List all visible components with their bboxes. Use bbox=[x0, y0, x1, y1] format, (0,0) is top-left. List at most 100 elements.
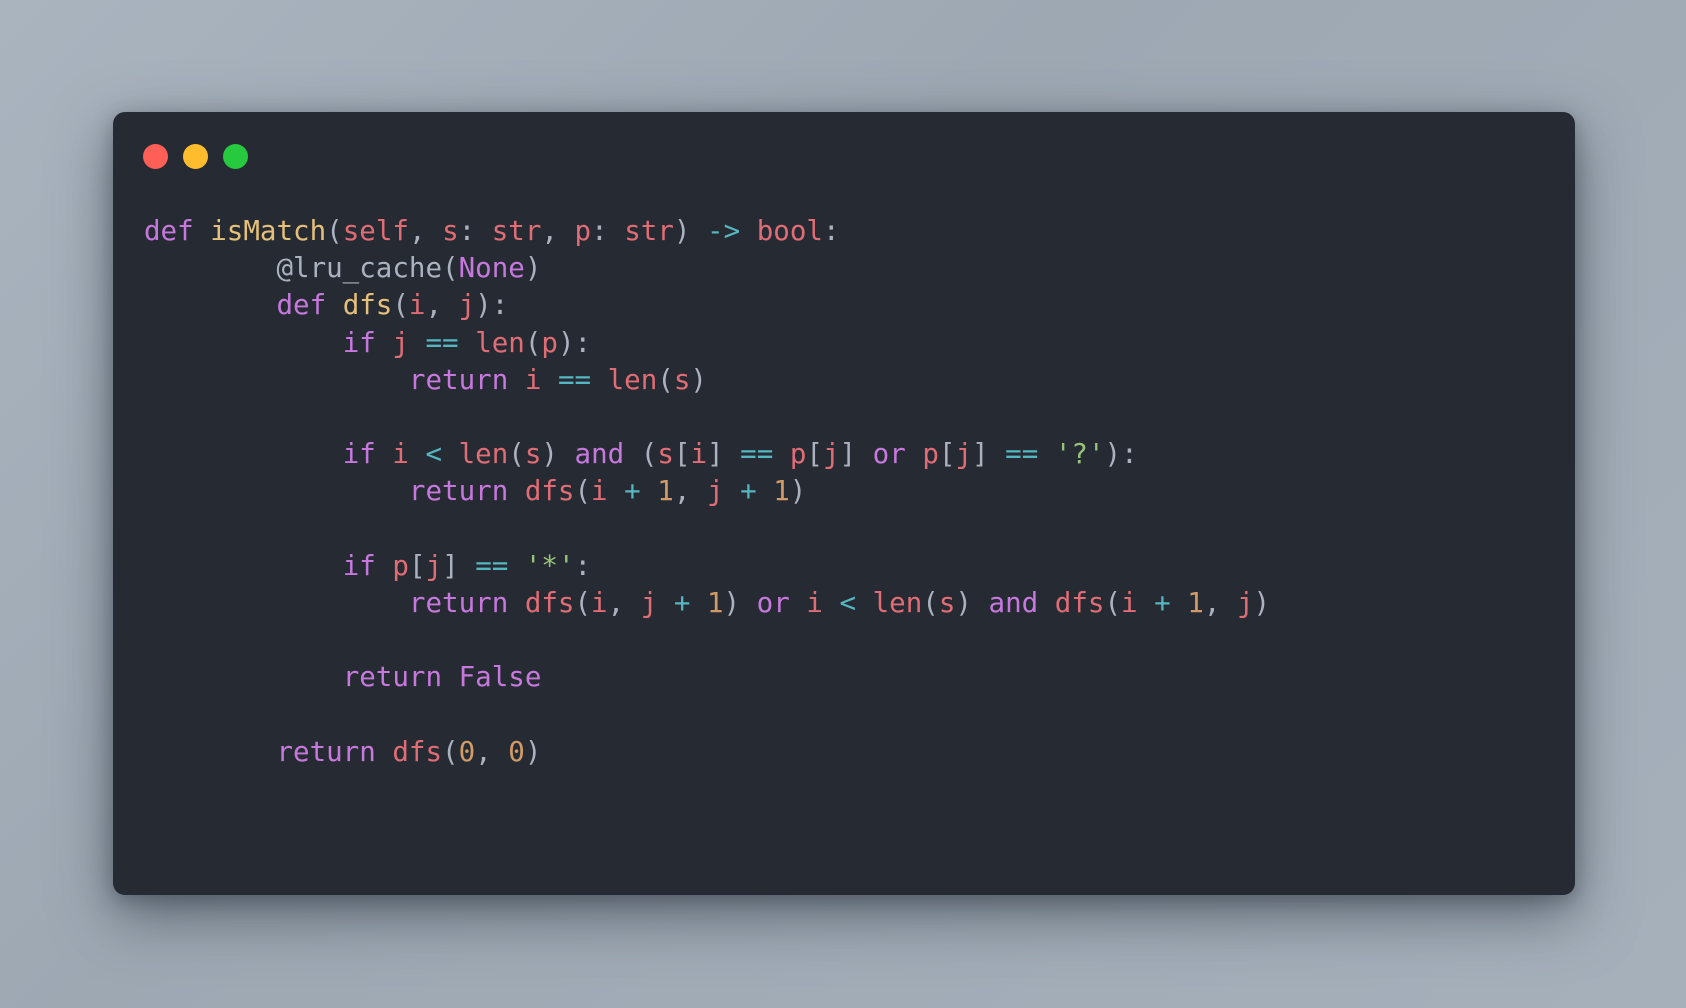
code-token-pu: : bbox=[458, 215, 492, 247]
code-token-pu: ): bbox=[475, 289, 509, 322]
minimize-button[interactable] bbox=[183, 144, 208, 169]
close-button[interactable] bbox=[143, 144, 168, 169]
code-token-var: p bbox=[789, 438, 807, 471]
code-token-fc: len bbox=[872, 586, 923, 619]
code-token-num: 0 bbox=[458, 735, 476, 768]
code-token-var: j bbox=[955, 438, 973, 471]
code-token-pu bbox=[144, 587, 409, 619]
code-token-pu bbox=[376, 327, 393, 359]
code-token-pu bbox=[376, 438, 393, 470]
code-token-pu: , bbox=[607, 586, 641, 619]
code-token-var: j bbox=[640, 586, 658, 619]
code-token-var: j bbox=[425, 549, 443, 582]
code-line: @lru_cache(None) bbox=[144, 250, 1270, 287]
code-token-pu bbox=[690, 587, 707, 619]
code-token-pu bbox=[459, 327, 476, 359]
maximize-button[interactable] bbox=[223, 144, 248, 169]
code-token-var: p bbox=[541, 326, 558, 359]
code-token-pu bbox=[906, 438, 923, 470]
code-token-pu: , bbox=[408, 215, 443, 247]
code-token-pu bbox=[657, 587, 674, 619]
code-token-op: == bbox=[1005, 438, 1039, 471]
code-token-pu: ): bbox=[557, 326, 592, 359]
code-token-op: + bbox=[673, 586, 691, 619]
code-token-var: s bbox=[442, 215, 459, 247]
code-line: if i < len(s) and (s[i] == p[j] or p[j] … bbox=[144, 436, 1270, 473]
code-token-kw: return bbox=[408, 586, 509, 619]
code-token-var: i bbox=[591, 475, 608, 508]
code-token-pu: ) bbox=[789, 475, 807, 508]
code-token-kw: if bbox=[342, 438, 376, 471]
code-token-pu bbox=[194, 215, 211, 247]
code-token-pu: ) bbox=[955, 586, 989, 619]
code-token-kw: return bbox=[276, 735, 376, 768]
code-token-ty: str bbox=[624, 215, 674, 247]
code-token-var: self bbox=[342, 215, 409, 247]
code-token-pu: , bbox=[673, 475, 707, 508]
code-token-pu: ) bbox=[1253, 586, 1271, 619]
code-token-pu bbox=[144, 289, 276, 321]
code-token-fc: dfs bbox=[524, 586, 575, 619]
code-token-pu: , bbox=[541, 215, 575, 247]
code-token-kw: False bbox=[458, 661, 542, 694]
code-token-pu: ] bbox=[442, 549, 476, 582]
code-token-var: j bbox=[706, 475, 724, 508]
code-token-dec: @lru_cache( bbox=[276, 252, 459, 285]
code-token-var: s bbox=[673, 363, 691, 396]
code-token-var: i bbox=[524, 363, 542, 396]
code-token-var: s bbox=[524, 438, 542, 471]
code-token-pu: ) bbox=[524, 735, 542, 768]
code-token-pu bbox=[724, 475, 741, 507]
code-token-pu: , bbox=[1203, 586, 1237, 619]
code-token-pu: ) bbox=[541, 438, 575, 471]
code-token-op: < bbox=[425, 438, 443, 471]
code-token-pu bbox=[608, 475, 625, 507]
code-token-pu: ( bbox=[624, 438, 658, 471]
code-token-fn: isMatch bbox=[210, 215, 327, 247]
code-token-var: i bbox=[1121, 586, 1138, 619]
code-token-pu: ] bbox=[839, 438, 873, 471]
code-window: def isMatch(self, s: str, p: str) -> boo… bbox=[113, 112, 1575, 895]
code-token-op: == bbox=[740, 438, 774, 471]
code-token-fc: len bbox=[458, 438, 509, 471]
code-token-num: 1 bbox=[706, 586, 724, 619]
code-token-var: s bbox=[657, 438, 674, 471]
code-token-pu: ( bbox=[657, 363, 674, 396]
code-token-pu: ) bbox=[690, 363, 707, 396]
code-token-pu bbox=[508, 475, 525, 507]
code-token-op: == bbox=[557, 363, 592, 396]
code-token-pu bbox=[376, 550, 393, 582]
code-token-pu: [ bbox=[408, 549, 426, 582]
code-token-var: i bbox=[690, 438, 708, 471]
code-line: return dfs(i, j + 1) or i < len(s) and d… bbox=[144, 585, 1270, 622]
code-token-fn: dfs bbox=[342, 289, 393, 322]
code-token-pu: ( bbox=[922, 586, 939, 619]
code-token-str: '?' bbox=[1054, 438, 1105, 471]
code-token-pu bbox=[144, 550, 343, 582]
code-token-pu: ( bbox=[508, 438, 525, 471]
code-token-pu: ] bbox=[707, 438, 741, 471]
code-token-pu bbox=[740, 215, 757, 247]
code-token-pu bbox=[508, 550, 525, 582]
code-token-kw: or bbox=[872, 438, 906, 471]
code-token-var: s bbox=[938, 586, 956, 619]
code-token-op: == bbox=[425, 326, 459, 359]
code-token-pu: ( bbox=[1104, 586, 1121, 619]
code-line: return i == len(s) bbox=[144, 362, 1270, 399]
code-token-var: i bbox=[591, 586, 608, 619]
code-token-pu: ( bbox=[574, 475, 592, 508]
window-controls bbox=[143, 144, 248, 169]
code-token-var: p bbox=[574, 215, 592, 247]
code-token-var: j bbox=[822, 438, 840, 471]
code-token-fc: dfs bbox=[392, 735, 443, 768]
code-token-pu bbox=[541, 364, 558, 396]
code-token-var: p bbox=[392, 549, 409, 582]
code-token-pu bbox=[591, 364, 608, 396]
code-token-pu: [ bbox=[806, 438, 823, 471]
code-token-fc: len bbox=[607, 363, 658, 396]
code-token-var: j bbox=[392, 326, 409, 359]
code-token-pu: [ bbox=[673, 438, 691, 471]
code-token-dec: ) bbox=[524, 252, 542, 285]
